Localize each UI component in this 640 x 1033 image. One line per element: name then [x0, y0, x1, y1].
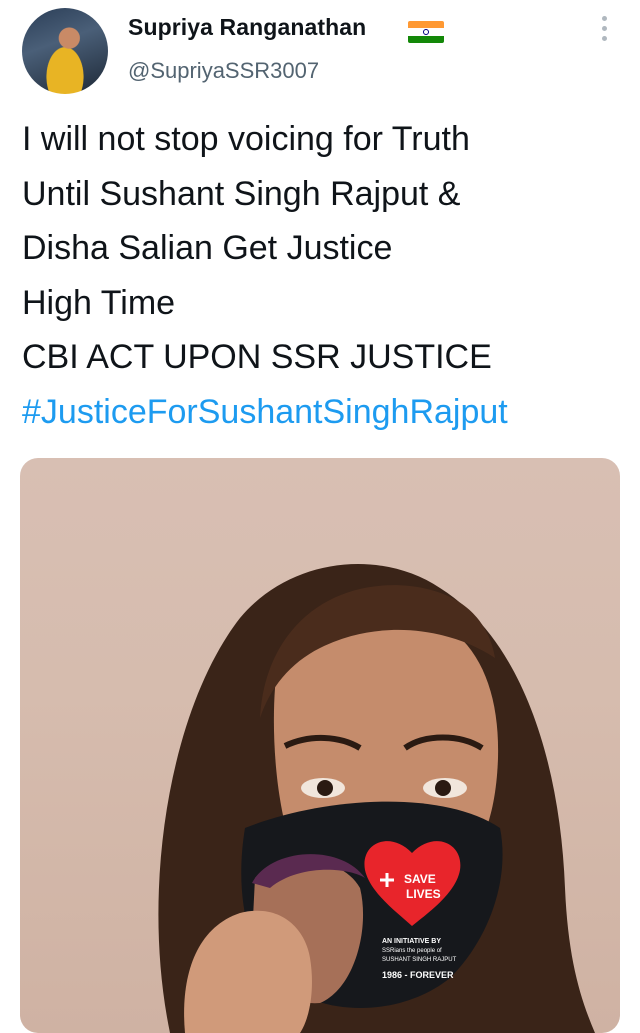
tweet-text: I will not stop voicing for Truth Until … — [22, 112, 622, 439]
mask-small-text: 1986 - FOREVER — [382, 970, 454, 980]
tweet-line: High Time — [22, 283, 176, 322]
tweet-line: Until Sushant Singh Rajput & — [22, 174, 461, 213]
tweet-line: I will not stop voicing for Truth — [22, 120, 470, 158]
tweet-line: Disha Salian Get Justice — [22, 229, 393, 267]
mask-small-text: SUSHANT SINGH RAJPUT — [382, 957, 457, 963]
tweet-photo[interactable]: SAVE LIVES AN INITIATIVE BY SSRians the … — [20, 458, 620, 1033]
more-options-icon[interactable] — [596, 16, 612, 44]
mask-small-text: SSRians the people of — [382, 948, 442, 954]
mask-small-text: AN INITIATIVE BY — [382, 938, 441, 945]
hashtag-link[interactable]: #JusticeForSushantSinghRajput — [22, 385, 622, 440]
india-flag-icon — [408, 21, 444, 43]
tweet-line: CBI ACT UPON SSR JUSTICE — [22, 338, 492, 376]
mask-heart-text: SAVE — [404, 872, 436, 886]
author-handle[interactable]: @SupriyaSSR3007 — [128, 58, 319, 84]
mask-heart-text: LIVES — [406, 887, 441, 901]
photo-illustration: SAVE LIVES AN INITIATIVE BY SSRians the … — [158, 564, 595, 1033]
author-avatar[interactable] — [22, 8, 108, 94]
author-display-name[interactable]: Supriya Ranganathan — [128, 14, 366, 41]
